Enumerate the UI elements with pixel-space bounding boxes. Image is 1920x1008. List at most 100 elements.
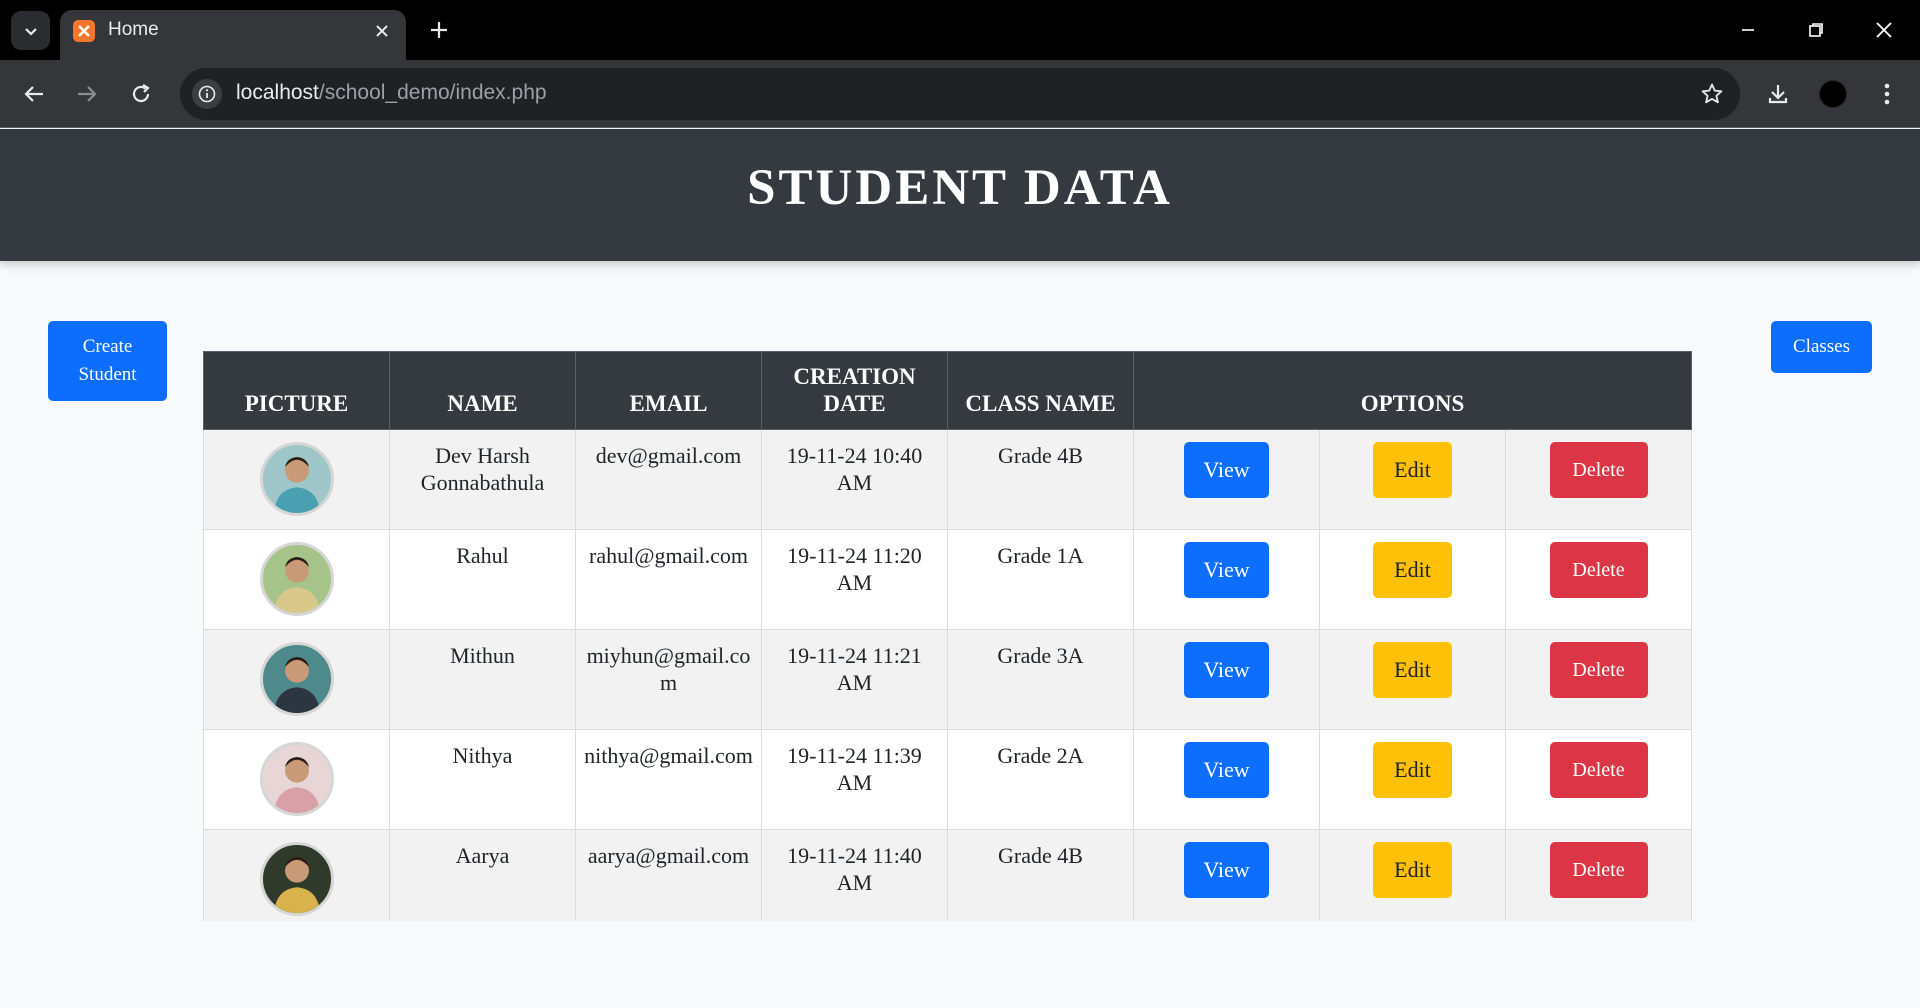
- picture-cell: [203, 729, 390, 830]
- name-cell: Nithya: [389, 729, 576, 830]
- student-table: PICTURE NAME EMAIL CREATION DATE CLASS N…: [203, 351, 1692, 921]
- picture-cell: [203, 629, 390, 730]
- page-title: STUDENT DATA: [747, 160, 1173, 216]
- student-avatar: [259, 442, 334, 516]
- picture-cell: [203, 429, 390, 530]
- column-header-options: OPTIONS: [1133, 351, 1692, 430]
- email-cell: nithya@gmail.com: [575, 729, 762, 830]
- xampp-favicon-icon: [73, 20, 95, 42]
- table-row: Dev Harsh Gonnabathula dev@gmail.com 19-…: [203, 429, 1692, 530]
- table-body: Dev Harsh Gonnabathula dev@gmail.com 19-…: [203, 429, 1692, 921]
- student-photo-icon: [273, 756, 320, 813]
- edit-cell: Edit: [1319, 429, 1506, 530]
- url-host: localhost: [236, 81, 319, 104]
- menu-kebab-icon[interactable]: [1869, 76, 1905, 112]
- delete-button[interactable]: Delete: [1549, 542, 1648, 598]
- creation-date-cell: 19-11-24 11:39 AM: [761, 729, 948, 830]
- delete-button[interactable]: Delete: [1549, 742, 1648, 798]
- close-tab-icon[interactable]: [370, 19, 394, 43]
- edit-cell: Edit: [1319, 629, 1506, 730]
- view-button[interactable]: View: [1184, 442, 1269, 498]
- chevron-down-icon: [24, 27, 37, 36]
- student-photo-icon: [273, 556, 320, 613]
- column-header-picture: PICTURE: [203, 351, 390, 430]
- new-tab-plus-icon[interactable]: [424, 15, 454, 45]
- tab-search-button[interactable]: [11, 11, 50, 50]
- edit-button[interactable]: Edit: [1373, 642, 1452, 698]
- student-photo-icon: [273, 456, 320, 513]
- name-cell: Mithun: [389, 629, 576, 730]
- creation-date-cell: 19-11-24 11:20 AM: [761, 529, 948, 630]
- edit-button[interactable]: Edit: [1373, 442, 1452, 498]
- browser-toolbar: localhost/school_demo/index.php: [0, 60, 1920, 128]
- page-header: STUDENT DATA: [0, 129, 1920, 261]
- name-cell: Rahul: [389, 529, 576, 630]
- name-cell: Aarya: [389, 829, 576, 921]
- edit-button[interactable]: Edit: [1373, 842, 1452, 898]
- url-path: /school_demo/index.php: [318, 81, 547, 104]
- table-row: Mithun miyhun@gmail.com 19-11-24 11:21 A…: [203, 629, 1692, 730]
- column-header-email: EMAIL: [575, 351, 762, 430]
- class-name-cell: Grade 1A: [947, 529, 1134, 630]
- classes-button[interactable]: Classes: [1771, 321, 1872, 373]
- student-avatar: [259, 842, 334, 916]
- class-name-cell: Grade 2A: [947, 729, 1134, 830]
- email-cell: aarya@gmail.com: [575, 829, 762, 921]
- edit-button[interactable]: Edit: [1373, 742, 1452, 798]
- site-info-icon[interactable]: [192, 79, 222, 109]
- column-header-name: NAME: [389, 351, 576, 430]
- delete-button[interactable]: Delete: [1549, 442, 1648, 498]
- class-name-cell: Grade 4B: [947, 829, 1134, 921]
- table-row: Rahul rahul@gmail.com 19-11-24 11:20 AM …: [203, 529, 1692, 630]
- minimize-icon[interactable]: [1728, 12, 1768, 48]
- download-icon[interactable]: [1760, 76, 1796, 112]
- view-button[interactable]: View: [1184, 642, 1269, 698]
- bookmark-star-icon[interactable]: [1698, 80, 1726, 108]
- student-avatar: [259, 642, 334, 716]
- window-close-icon[interactable]: [1864, 12, 1904, 48]
- delete-cell: Delete: [1505, 429, 1692, 530]
- column-header-creation-date: CREATION DATE: [761, 351, 948, 430]
- creation-date-cell: 19-11-24 11:40 AM: [761, 829, 948, 921]
- view-button[interactable]: View: [1184, 842, 1269, 898]
- edit-cell: Edit: [1319, 529, 1506, 630]
- view-button[interactable]: View: [1184, 542, 1269, 598]
- view-button[interactable]: View: [1184, 742, 1269, 798]
- student-photo-icon: [273, 656, 320, 713]
- student-table-container: PICTURE NAME EMAIL CREATION DATE CLASS N…: [203, 321, 1735, 921]
- email-cell: dev@gmail.com: [575, 429, 762, 530]
- view-cell: View: [1133, 629, 1320, 730]
- delete-button[interactable]: Delete: [1549, 842, 1648, 898]
- student-avatar: [259, 542, 334, 616]
- delete-cell: Delete: [1505, 729, 1692, 830]
- view-cell: View: [1133, 529, 1320, 630]
- email-cell: rahul@gmail.com: [575, 529, 762, 630]
- table-row: Aarya aarya@gmail.com 19-11-24 11:40 AM …: [203, 829, 1692, 921]
- browser-tab[interactable]: Home: [60, 10, 406, 60]
- edit-button[interactable]: Edit: [1373, 542, 1452, 598]
- restore-icon[interactable]: [1796, 12, 1836, 48]
- email-cell: miyhun@gmail.com: [575, 629, 762, 730]
- create-student-button[interactable]: Create Student: [48, 321, 167, 401]
- browser-tab-bar: Home: [0, 0, 1920, 60]
- tab-title: Home: [108, 19, 159, 40]
- view-cell: View: [1133, 429, 1320, 530]
- forward-arrow-icon[interactable]: [69, 76, 105, 112]
- student-photo-icon: [273, 856, 320, 913]
- delete-cell: Delete: [1505, 829, 1692, 921]
- name-cell: Dev Harsh Gonnabathula: [389, 429, 576, 530]
- delete-button[interactable]: Delete: [1549, 642, 1648, 698]
- back-arrow-icon[interactable]: [16, 76, 52, 112]
- creation-date-cell: 19-11-24 10:40 AM: [761, 429, 948, 530]
- table-header-row: PICTURE NAME EMAIL CREATION DATE CLASS N…: [203, 351, 1692, 430]
- edit-cell: Edit: [1319, 829, 1506, 921]
- address-bar[interactable]: localhost/school_demo/index.php: [180, 68, 1740, 120]
- column-header-class-name: CLASS NAME: [947, 351, 1134, 430]
- student-avatar: [259, 742, 334, 816]
- url-text: localhost/school_demo/index.php: [236, 81, 547, 105]
- edit-cell: Edit: [1319, 729, 1506, 830]
- class-name-cell: Grade 4B: [947, 429, 1134, 530]
- delete-cell: Delete: [1505, 529, 1692, 630]
- profile-avatar-icon[interactable]: [1815, 76, 1851, 112]
- reload-icon[interactable]: [123, 76, 159, 112]
